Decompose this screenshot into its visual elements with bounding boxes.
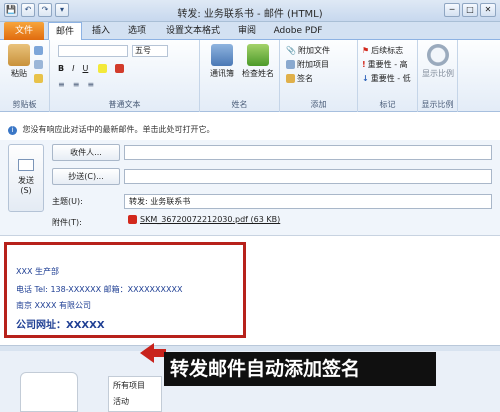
attach-item-icon	[286, 60, 295, 69]
check-names-button[interactable]: 检查姓名	[240, 44, 276, 79]
group-names: 通讯簿 检查姓名 姓名	[200, 40, 280, 112]
attachment-filename: SKM_36720072212030.pdf (63 KB)	[140, 215, 281, 224]
clipboard-group-label: 剪贴板	[12, 100, 37, 109]
ribbon-tabs: 文件 邮件 插入 选项 设置文本格式 审阅 Adobe PDF	[0, 22, 500, 41]
clipboard-icon	[8, 44, 30, 66]
paste-button[interactable]: 粘贴	[6, 44, 32, 79]
subject-field[interactable]: 转发: 业务联系书	[124, 194, 492, 209]
check-names-label: 检查姓名	[242, 69, 274, 78]
tab-review[interactable]: 审阅	[232, 22, 262, 40]
attachment-item[interactable]: SKM_36720072212030.pdf (63 KB)	[128, 215, 280, 224]
window-controls: ─ □ ✕	[444, 3, 496, 17]
info-icon: i	[8, 126, 17, 135]
to-button[interactable]: 收件人...	[52, 144, 120, 161]
tab-message[interactable]: 邮件	[48, 22, 82, 41]
window-title: 转发: 业务联系书 - 邮件 (HTML)	[177, 9, 323, 20]
close-button[interactable]: ✕	[480, 3, 496, 17]
basic-text-group-label: 普通文本	[108, 100, 141, 109]
attach-file-button[interactable]: 📎 附加文件	[286, 45, 330, 56]
minimize-button[interactable]: ─	[444, 3, 460, 17]
high-importance-label: 重要性 - 高	[367, 60, 408, 69]
to-field[interactable]	[124, 145, 492, 160]
tab-adobe-pdf[interactable]: Adobe PDF	[270, 22, 326, 40]
pdf-icon	[128, 215, 137, 224]
bold-icon[interactable]: B	[58, 64, 64, 73]
group-tags: ⚑ 后续标志 ! 重要性 - 高 ↓ 重要性 - 低 标记	[358, 40, 418, 112]
message-header: 发送 (S) 收件人... 抄送(C)... 主题(U): 转发: 业务联系书 …	[0, 140, 500, 235]
info-bar-text: 您没有响应此对话中的最新邮件。单击此处可打开它。	[22, 125, 215, 134]
paste-label: 粘贴	[11, 69, 27, 78]
align-right-icon[interactable]: ≡	[87, 80, 94, 89]
magnifier-icon	[427, 44, 449, 66]
font-color-icon[interactable]	[115, 64, 125, 73]
envelope-icon	[18, 159, 34, 171]
paperclip-icon: 📎	[286, 46, 296, 55]
group-basic-text: 五号 B I U ≡ ≡ ≡ 普通文本	[50, 40, 200, 112]
ribbon: 粘贴 剪贴板 五号 B I U ≡ ≡ ≡ 普通文本 通讯簿 检查姓名 姓名 📎…	[0, 40, 500, 112]
low-importance-button[interactable]: ↓ 重要性 - 低	[362, 73, 411, 84]
info-bar[interactable]: i 您没有响应此对话中的最新邮件。单击此处可打开它。	[0, 112, 500, 140]
send-label: 发送 (S)	[18, 176, 34, 195]
cc-field[interactable]	[124, 169, 492, 184]
signature-icon	[286, 74, 295, 83]
tab-format-text[interactable]: 设置文本格式	[160, 22, 226, 40]
cc-button[interactable]: 抄送(C)...	[52, 168, 120, 185]
group-include: 📎 附加文件 附加项目 签名 添加	[280, 40, 358, 112]
names-group-label: 姓名	[231, 100, 248, 109]
align-center-icon[interactable]: ≡	[73, 80, 80, 89]
format-painter-icon[interactable]	[34, 74, 43, 83]
follow-up-button[interactable]: ⚑ 后续标志	[362, 45, 403, 56]
paragraph-row: ≡ ≡ ≡	[58, 80, 94, 89]
attachment-label: 附件(T):	[52, 218, 82, 227]
group-zoom: 显示比例 显示比例	[418, 40, 458, 112]
font-size-combo[interactable]: 五号	[132, 45, 168, 57]
highlight-color-icon[interactable]	[98, 64, 108, 73]
tab-insert[interactable]: 插入	[86, 22, 116, 40]
zoom-label: 显示比例	[422, 69, 454, 78]
copy-icon[interactable]	[34, 60, 43, 69]
signature-button[interactable]: 签名	[286, 73, 313, 84]
flag-icon: ⚑	[362, 46, 370, 55]
all-items-link[interactable]: 所有项目	[109, 377, 161, 394]
attach-item-button[interactable]: 附加项目	[286, 59, 329, 70]
group-clipboard: 粘贴 剪贴板	[0, 40, 50, 112]
underline-icon[interactable]: U	[82, 64, 88, 73]
check-names-icon	[247, 44, 269, 66]
italic-icon[interactable]: I	[72, 64, 74, 73]
tab-options[interactable]: 选项	[122, 22, 152, 40]
attach-item-label: 附加项目	[297, 60, 329, 69]
font-name-combo[interactable]	[58, 45, 128, 57]
low-importance-label: 重要性 - 低	[370, 74, 411, 83]
align-left-icon[interactable]: ≡	[58, 80, 65, 89]
avatar	[20, 372, 78, 412]
zoom-button[interactable]: 显示比例	[420, 44, 456, 79]
signature-label: 签名	[297, 74, 313, 83]
subject-label: 主题(U):	[52, 197, 83, 206]
zoom-group-label: 显示比例	[421, 100, 454, 109]
annotation-callout: 转发邮件自动添加签名	[164, 352, 436, 386]
address-book-icon	[211, 44, 233, 66]
address-book-label: 通讯簿	[210, 69, 234, 78]
maximize-button[interactable]: □	[462, 3, 478, 17]
tab-file[interactable]: 文件	[4, 22, 44, 40]
attach-file-label: 附加文件	[297, 46, 330, 55]
exclamation-icon: !	[362, 60, 366, 69]
follow-up-label: 后续标志	[371, 46, 404, 55]
signature-highlight-box	[4, 242, 246, 338]
activity-link[interactable]: 活动	[109, 394, 161, 409]
cut-icon[interactable]	[34, 46, 43, 55]
down-arrow-icon: ↓	[362, 74, 369, 83]
people-pane-nav: 所有项目 活动	[108, 376, 162, 412]
title-bar: 💾 ↶ ↷ ▾ 转发: 业务联系书 - 邮件 (HTML) ─ □ ✕	[0, 0, 500, 22]
address-book-button[interactable]: 通讯簿	[206, 44, 238, 79]
include-group-label: 添加	[310, 100, 327, 109]
send-button[interactable]: 发送 (S)	[8, 144, 44, 212]
high-importance-button[interactable]: ! 重要性 - 高	[362, 59, 408, 70]
format-row: B I U	[58, 64, 125, 73]
tags-group-label: 标记	[379, 100, 396, 109]
